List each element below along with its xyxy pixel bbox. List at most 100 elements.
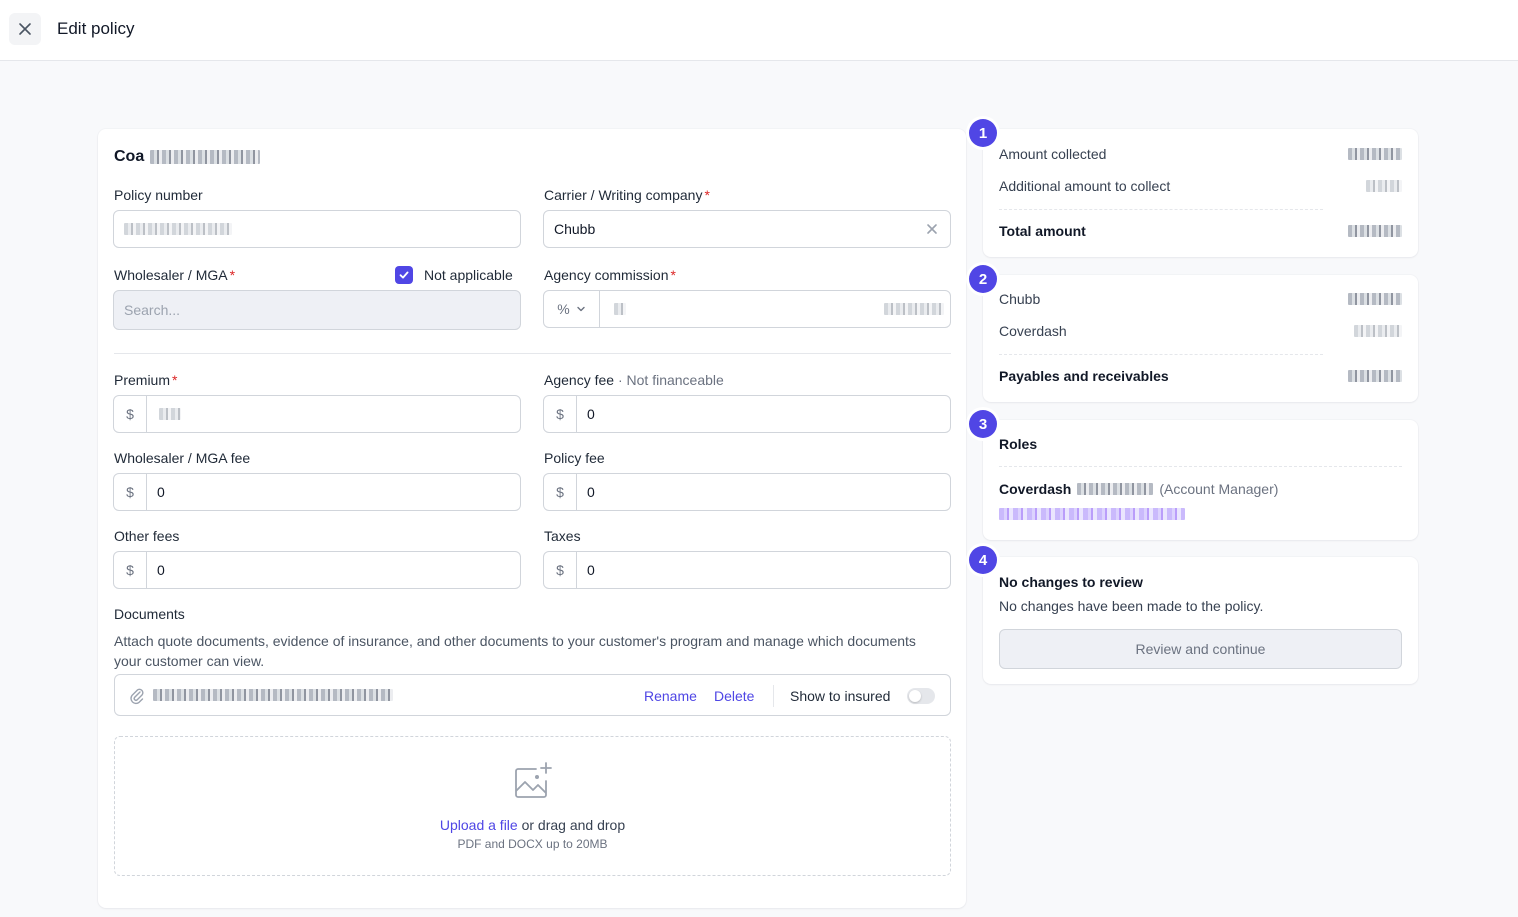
section-divider — [114, 353, 951, 354]
top-bar: Edit policy — [0, 0, 1518, 61]
review-and-continue-button[interactable]: Review and continue — [999, 629, 1402, 669]
total-amount-row: Total amount — [999, 223, 1402, 239]
paperclip-icon — [130, 688, 144, 705]
redacted-commission-rate — [614, 303, 626, 315]
commission-unit: % — [557, 301, 570, 317]
premium-input[interactable]: $ — [113, 395, 521, 433]
summary-divider — [999, 354, 1323, 355]
carrier-payable-row: Chubb — [999, 291, 1402, 307]
step-badge-4: 4 — [969, 546, 997, 574]
page-title: Edit policy — [57, 19, 135, 38]
policy-fee-value: 0 — [587, 484, 595, 500]
step-badge-3: 3 — [969, 410, 997, 438]
redacted-user-email[interactable] — [999, 508, 1185, 520]
step-badge-2: 2 — [969, 265, 997, 293]
show-to-insured-toggle[interactable] — [907, 688, 935, 704]
policy-form-card: Coa Policy number Carrier / Writing comp… — [98, 129, 966, 908]
agency-commission-label: Agency commission * — [544, 267, 676, 283]
policy-fee-input[interactable]: $ 0 — [543, 473, 951, 511]
payables-total-row: Payables and receivables — [999, 368, 1402, 384]
premium-label: Premium * — [114, 372, 178, 388]
wholesaler-fee-label: Wholesaler / MGA fee — [114, 450, 251, 466]
close-button[interactable] — [9, 13, 41, 45]
not-applicable-label: Not applicable — [424, 267, 513, 283]
role-row: Coverdash (Account Manager) — [999, 481, 1278, 497]
roles-divider — [999, 466, 1402, 467]
taxes-input[interactable]: $ 0 — [543, 551, 951, 589]
delete-link[interactable]: Delete — [714, 688, 754, 704]
close-icon — [19, 23, 31, 35]
documents-label: Documents — [114, 606, 185, 622]
show-to-insured-label: Show to insured — [790, 688, 891, 704]
not-applicable-checkbox[interactable] — [395, 266, 413, 284]
role-agency: Coverdash — [999, 481, 1072, 497]
documents-description: Attach quote documents, evidence of insu… — [114, 633, 916, 669]
review-card: No changes to review No changes have bee… — [983, 557, 1418, 684]
wholesaler-label: Wholesaler / MGA * — [114, 267, 236, 283]
other-fees-input[interactable]: $ 0 — [113, 551, 521, 589]
step-badge-1: 1 — [969, 119, 997, 147]
taxes-value: 0 — [587, 562, 595, 578]
redacted-amount — [1348, 293, 1402, 305]
policy-number-label: Policy number — [114, 187, 203, 203]
currency-prefix: $ — [544, 474, 577, 510]
summary-divider — [999, 209, 1323, 210]
review-description: No changes have been made to the policy. — [999, 598, 1264, 614]
amount-collected-row: Amount collected — [999, 146, 1402, 162]
agency-commission-input[interactable]: % — [543, 290, 951, 328]
redacted-premium — [159, 408, 181, 420]
not-financeable-note: Not financeable — [626, 372, 724, 388]
carrier-select[interactable]: Chubb — [543, 210, 951, 248]
doc-actions-divider — [773, 685, 774, 707]
agency-fee-value: 0 — [587, 406, 595, 422]
currency-prefix: $ — [114, 552, 147, 588]
other-fees-value: 0 — [157, 562, 165, 578]
upload-hint: PDF and DOCX up to 20MB — [457, 837, 608, 851]
role-type: (Account Manager) — [1159, 481, 1279, 497]
policy-number-input[interactable] — [113, 210, 521, 248]
redacted-amount — [1348, 225, 1402, 237]
document-item: Rename Delete Show to insured — [114, 674, 951, 716]
currency-prefix: $ — [544, 552, 577, 588]
upload-instructions: Upload a file or drag and drop — [439, 817, 626, 833]
redacted-amount — [1366, 180, 1402, 192]
policy-fee-label: Policy fee — [544, 450, 605, 466]
agency-fee-label: Agency fee · Not financeable — [544, 372, 724, 388]
wholesaler-fee-input[interactable]: $ 0 — [113, 473, 521, 511]
insured-name: Coa — [114, 148, 261, 166]
redacted-document-name — [153, 689, 393, 701]
upload-file-link[interactable]: Upload a file — [440, 817, 518, 833]
review-title: No changes to review — [999, 574, 1143, 590]
additional-amount-row: Additional amount to collect — [999, 178, 1402, 194]
agency-fee-input[interactable]: $ 0 — [543, 395, 951, 433]
roles-title: Roles — [999, 436, 1038, 452]
rename-link[interactable]: Rename — [644, 688, 697, 704]
wholesaler-search-placeholder: Search... — [124, 302, 181, 318]
redacted-user-name — [1077, 483, 1154, 495]
image-upload-icon — [515, 762, 552, 798]
upload-dropzone[interactable]: Upload a file or drag and drop PDF and D… — [114, 736, 951, 876]
redacted-amount — [1348, 370, 1402, 382]
currency-prefix: $ — [544, 396, 577, 432]
taxes-label: Taxes — [544, 528, 581, 544]
other-fees-label: Other fees — [114, 528, 180, 544]
carrier-value: Chubb — [554, 221, 596, 237]
redacted-commission-amount — [884, 303, 944, 315]
carrier-label: Carrier / Writing company * — [544, 187, 710, 203]
redacted-insured-name — [150, 150, 261, 164]
redacted-amount — [1348, 148, 1402, 160]
wholesaler-fee-value: 0 — [157, 484, 165, 500]
chevron-down-icon — [577, 306, 585, 312]
check-icon — [399, 271, 409, 279]
commission-unit-select[interactable]: % — [544, 291, 600, 327]
amount-summary-card: Amount collected Additional amount to co… — [983, 129, 1418, 257]
payables-card: Chubb Coverdash Payables and receivables — [983, 275, 1418, 402]
clear-icon[interactable] — [926, 223, 938, 235]
currency-prefix: $ — [114, 396, 147, 432]
roles-card: Roles Coverdash (Account Manager) — [983, 420, 1418, 540]
wholesaler-search-input[interactable]: Search... — [113, 290, 521, 330]
insured-name-text: Coa — [114, 148, 145, 165]
redacted-amount — [1354, 325, 1402, 337]
redacted-policy-number — [124, 223, 232, 235]
agency-payable-row: Coverdash — [999, 323, 1402, 339]
